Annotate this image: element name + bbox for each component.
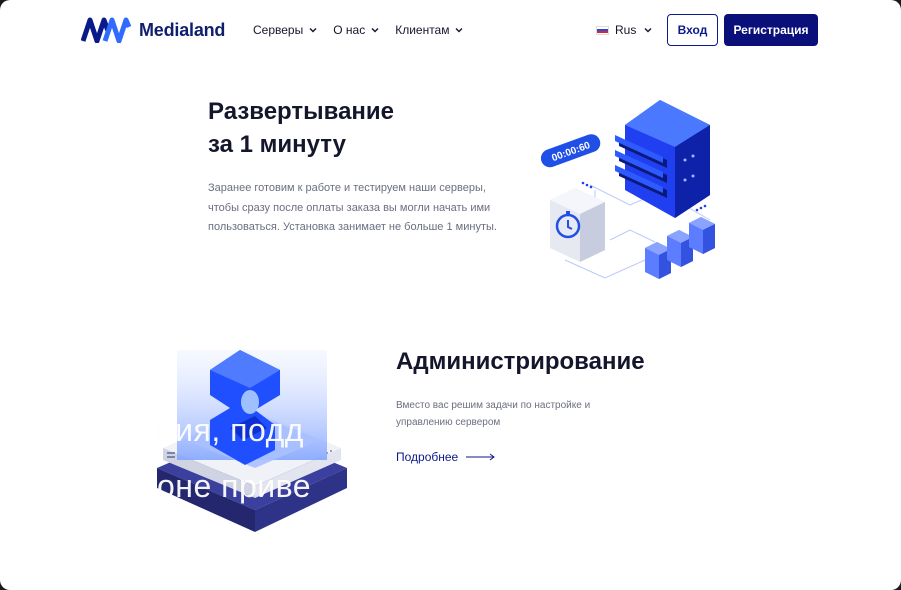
nav-item-servers[interactable]: Серверы	[253, 23, 318, 37]
deploy-title-line2: за 1 минуту	[208, 131, 346, 158]
admin-description: Вместо вас решим задачи по настройке и у…	[396, 400, 591, 428]
main-nav: Серверы О нас Клиентам	[253, 23, 464, 37]
overlay-text-line2: оне приве	[157, 468, 312, 504]
arrow-right-icon	[466, 453, 496, 461]
nav-item-about[interactable]: О нас	[333, 23, 380, 37]
overlay-text-line1: ния, подд	[157, 412, 304, 448]
brand-logo[interactable]: Medialand	[81, 17, 225, 43]
deploy-title: Развертывание за 1 минуту	[208, 95, 394, 161]
admin-title: Администрирование	[396, 348, 645, 375]
deploy-description: Заранее готовим к работе и тестируем наш…	[208, 182, 497, 233]
nav-item-clients[interactable]: Клиентам	[395, 23, 464, 37]
login-button[interactable]: Вход	[667, 14, 718, 46]
chevron-down-icon	[644, 28, 652, 33]
nav-item-label: Клиентам	[395, 23, 450, 37]
deploy-title-line1: Развертывание	[208, 98, 395, 125]
more-link[interactable]: Подробнее	[396, 450, 496, 464]
register-button[interactable]: Регистрация	[724, 14, 818, 46]
language-label: Rus	[615, 23, 637, 37]
chevron-down-icon	[455, 28, 463, 33]
russia-flag-icon	[596, 25, 609, 35]
nav-item-label: Серверы	[253, 23, 304, 37]
chevron-down-icon	[309, 28, 317, 33]
server-deploy-illustration: 00:00:60	[540, 100, 715, 279]
chevron-down-icon	[371, 28, 379, 33]
medialand-logo-icon	[81, 17, 131, 43]
overlay-text-layer: ния, подд оне приве	[157, 410, 347, 510]
language-selector[interactable]: Rus	[596, 23, 653, 37]
nav-item-label: О нас	[333, 23, 366, 37]
brand-name: Medialand	[139, 19, 226, 40]
more-link-label: Подробнее	[396, 450, 459, 464]
page: Medialand Серверы О нас Клиентам Rus Вхо…	[0, 0, 901, 590]
